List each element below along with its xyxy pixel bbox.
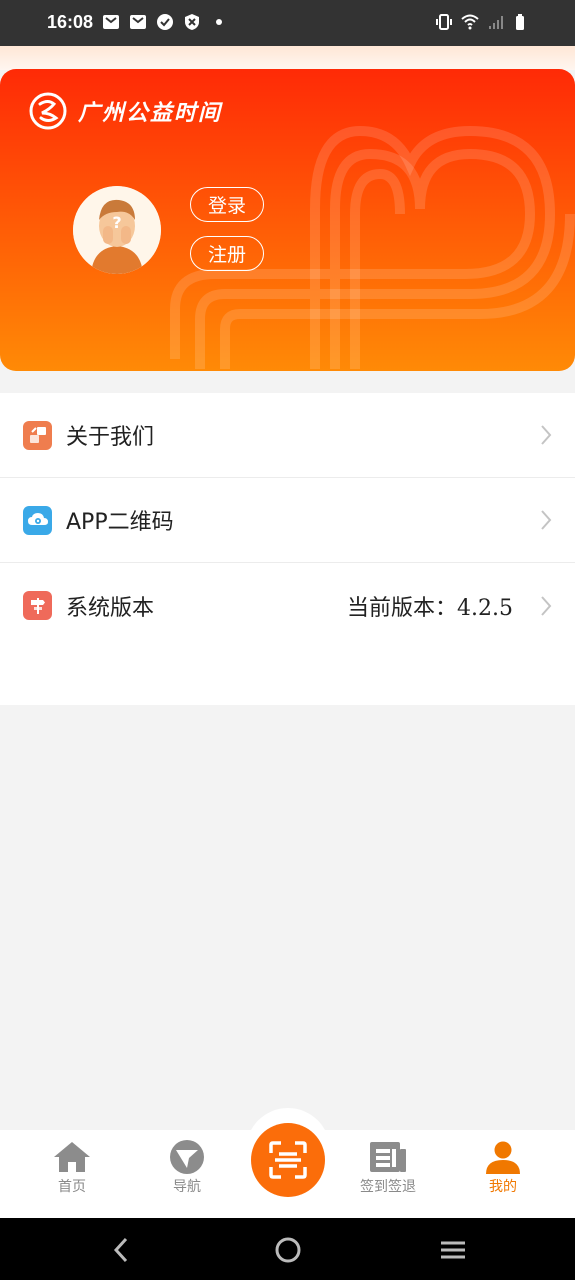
tab-home[interactable]: 首页 bbox=[32, 1140, 112, 1196]
scan-icon bbox=[269, 1141, 307, 1179]
chevron-right-icon bbox=[541, 425, 552, 445]
svg-text:?: ? bbox=[112, 213, 121, 232]
system-nav-bar bbox=[0, 1218, 575, 1280]
back-icon[interactable] bbox=[107, 1235, 137, 1265]
brand: 广州公益时间 bbox=[28, 91, 222, 131]
navigation-icon bbox=[170, 1140, 204, 1174]
menu-label: 系统版本 bbox=[66, 595, 155, 621]
home-circle-icon[interactable] bbox=[273, 1235, 303, 1265]
recents-icon[interactable] bbox=[438, 1235, 468, 1265]
tab-checkin[interactable]: 签到签退 bbox=[348, 1140, 428, 1196]
chevron-right-icon bbox=[541, 510, 552, 530]
signal-icon bbox=[489, 16, 503, 29]
menu-item-app-qrcode[interactable]: APP二维码 bbox=[0, 478, 575, 563]
profile-icon bbox=[486, 1141, 520, 1174]
about-icon bbox=[23, 420, 52, 450]
tab-label: 我的 bbox=[489, 1179, 517, 1195]
version-value: 当前版本：4.2.5 bbox=[347, 595, 513, 621]
notification-icons bbox=[102, 13, 228, 31]
home-icon bbox=[54, 1142, 90, 1172]
menu-item-about[interactable]: 关于我们 bbox=[0, 393, 575, 478]
profile-header: 广州公益时间 ? 登录 注册 bbox=[0, 69, 575, 371]
vibrate-icon bbox=[436, 14, 452, 30]
settings-menu: 关于我们 APP二维码 系统版本 当前版本：4.2.5 bbox=[0, 393, 575, 705]
status-bar: 16:08 bbox=[0, 0, 575, 46]
dot-icon bbox=[216, 19, 222, 25]
menu-item-system-version[interactable]: 系统版本 当前版本：4.2.5 bbox=[0, 563, 575, 648]
status-time: 16:08 bbox=[47, 12, 94, 32]
tab-label: 导航 bbox=[173, 1179, 201, 1195]
login-button[interactable]: 登录 bbox=[190, 187, 264, 222]
register-button[interactable]: 注册 bbox=[190, 236, 264, 271]
chevron-right-icon bbox=[541, 595, 552, 616]
battery-icon bbox=[516, 14, 524, 30]
scan-button[interactable] bbox=[251, 1123, 325, 1197]
tab-label: 签到签退 bbox=[360, 1179, 416, 1195]
brand-name: 广州公益时间 bbox=[78, 100, 223, 126]
wifi-icon bbox=[461, 14, 479, 30]
tab-profile[interactable]: 我的 bbox=[463, 1140, 543, 1196]
shield-icon bbox=[185, 14, 199, 30]
avatar[interactable]: ? bbox=[73, 186, 161, 274]
system-status-icons bbox=[435, 13, 531, 31]
checkin-icon bbox=[370, 1142, 406, 1172]
menu-label: 关于我们 bbox=[66, 425, 155, 450]
tab-label: 首页 bbox=[58, 1179, 86, 1195]
menu-label: APP二维码 bbox=[66, 510, 174, 535]
logo-icon bbox=[29, 92, 67, 130]
top-fade bbox=[0, 46, 575, 70]
qr-cloud-icon bbox=[23, 505, 52, 535]
signpost-icon bbox=[23, 591, 52, 620]
mail-icon bbox=[103, 15, 119, 29]
anonymous-avatar-icon: ? bbox=[73, 186, 161, 274]
tab-navigation[interactable]: 导航 bbox=[147, 1140, 227, 1196]
check-circle-icon bbox=[157, 14, 173, 30]
mail-icon bbox=[130, 15, 146, 29]
